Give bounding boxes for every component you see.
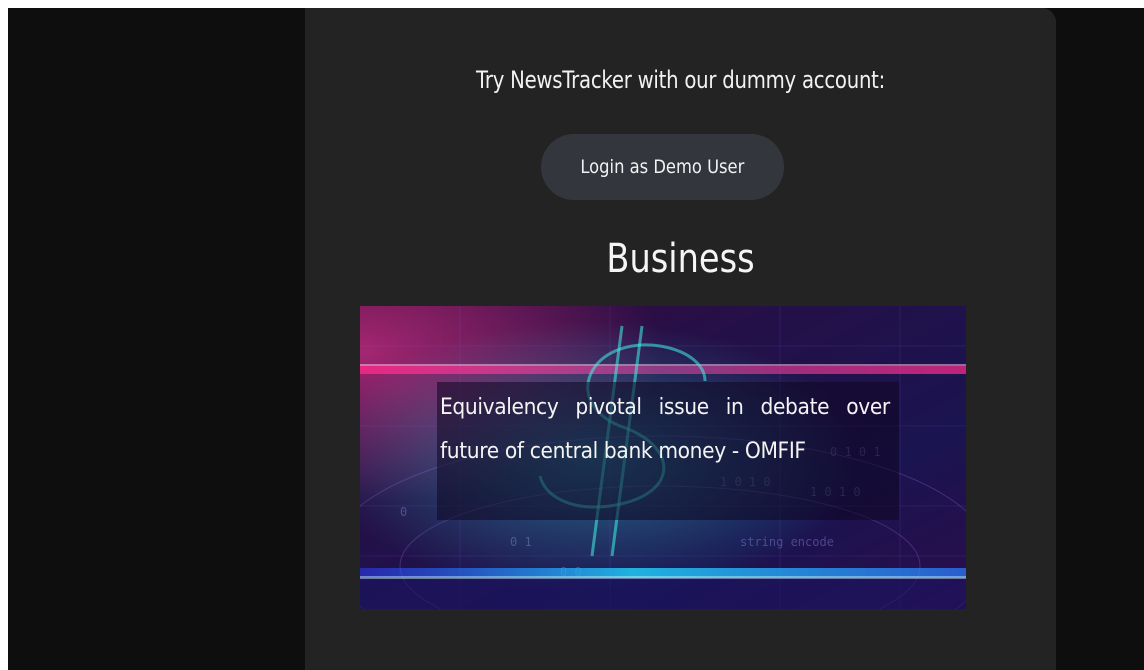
- demo-prompt: Try NewsTracker with our dummy account:: [475, 66, 886, 94]
- section-title: Business: [606, 236, 755, 282]
- svg-text:string encode: string encode: [740, 535, 834, 549]
- svg-text:0: 0: [400, 505, 407, 519]
- login-demo-user-button[interactable]: Login as Demo User: [541, 134, 784, 200]
- svg-text:0 1: 0 1: [510, 535, 532, 549]
- page-background: Try NewsTracker with our dummy account: …: [8, 8, 1144, 670]
- content-card: Try NewsTracker with our dummy account: …: [305, 8, 1056, 670]
- article-headline[interactable]: Equivalency pivotal issue in debate over…: [440, 386, 890, 474]
- login-demo-user-label: Login as Demo User: [580, 156, 745, 178]
- news-card[interactable]: 0 1 0 1 1 0 1 0 1 0 1 0 0 0 1 0 0 string…: [360, 306, 966, 609]
